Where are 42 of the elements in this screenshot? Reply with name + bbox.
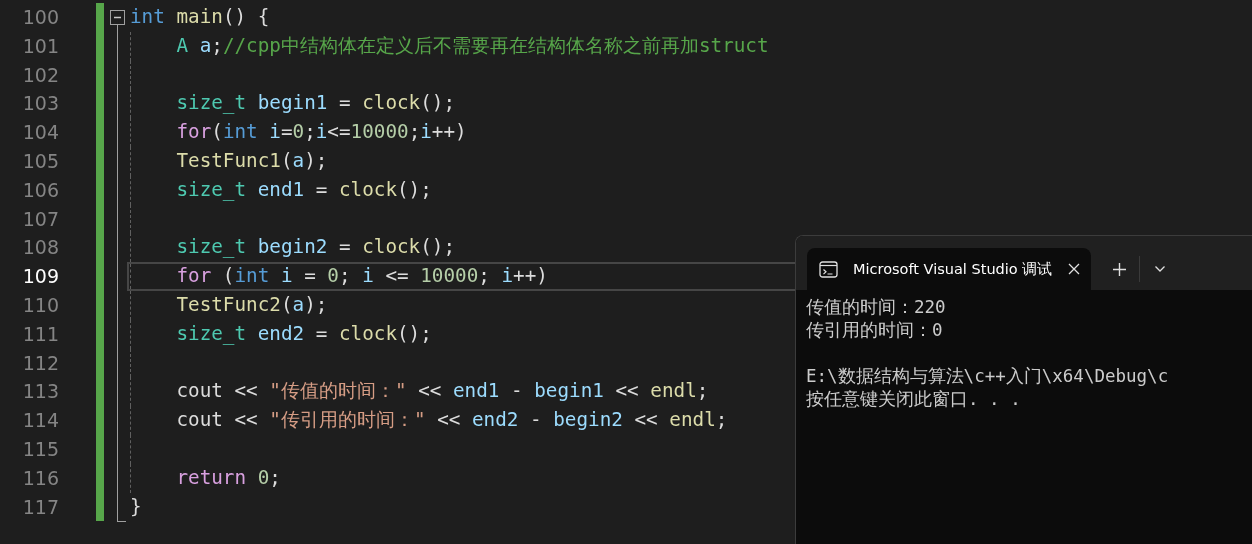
code-line: size_t end1 = clock(); (175, 177, 432, 201)
code-line: A a;//cpp中结构体在定义后不需要再在结构体名称之前再加struct (175, 33, 769, 57)
console-output-line: 传值的时间：220 (806, 296, 946, 319)
code-line: } (130, 494, 142, 518)
line-number: 110 (21, 292, 59, 318)
dropdown-icon[interactable] (1154, 265, 1166, 273)
line-number: 113 (21, 379, 59, 405)
code-line: TestFunc2(a); (175, 292, 328, 316)
line-number: 115 (21, 436, 59, 462)
line-number: 112 (21, 350, 59, 376)
code-line: size_t begin2 = clock(); (175, 235, 456, 259)
line-number: 116 (21, 465, 59, 491)
code-line: int main() { (130, 5, 270, 28)
console-output-line: 传引用的时间：0 (806, 319, 943, 342)
line-number: 117 (21, 494, 59, 520)
line-number: 104 (21, 120, 59, 146)
add-icon[interactable] (1111, 261, 1127, 277)
terminal-tab[interactable]: Microsoft Visual Studio 调试 (807, 248, 1091, 290)
close-icon[interactable] (1067, 262, 1081, 276)
terminal-icon (819, 260, 838, 278)
code-line: for (int i = 0; i <= 10000; i++) (175, 264, 548, 288)
code-line: for(int i=0;i<=10000;i++) (175, 120, 467, 144)
code-line: size_t begin1 = clock(); (175, 91, 456, 115)
line-number: 107 (21, 206, 59, 232)
line-number: 101 (21, 33, 59, 59)
line-number: 111 (21, 321, 59, 347)
code-line: TestFunc1(a); (175, 149, 328, 172)
line-number: 106 (21, 177, 59, 203)
console-output-line: E:\数据结构与算法\c++入门\x64\Debug\c (806, 365, 1169, 388)
code-line: cout << "传值的时间：" << end1 - begin1 << endl; (175, 379, 709, 403)
line-number: 102 (21, 62, 59, 88)
line-number: 103 (21, 91, 59, 117)
line-number: 108 (21, 235, 59, 261)
console-output-line: 按任意键关闭此窗口. . . (806, 388, 1021, 411)
line-number: 109 (21, 264, 59, 290)
collapse-icon[interactable] (110, 10, 125, 25)
code-line: cout << "传引用的时间：" << end2 - begin2 << endl; (175, 408, 728, 432)
line-number: 105 (21, 149, 59, 174)
line-number: 100 (21, 5, 59, 30)
code-line: size_t end2 = clock(); (175, 321, 432, 345)
code-line: return 0; (175, 465, 281, 489)
line-number: 114 (21, 408, 59, 434)
